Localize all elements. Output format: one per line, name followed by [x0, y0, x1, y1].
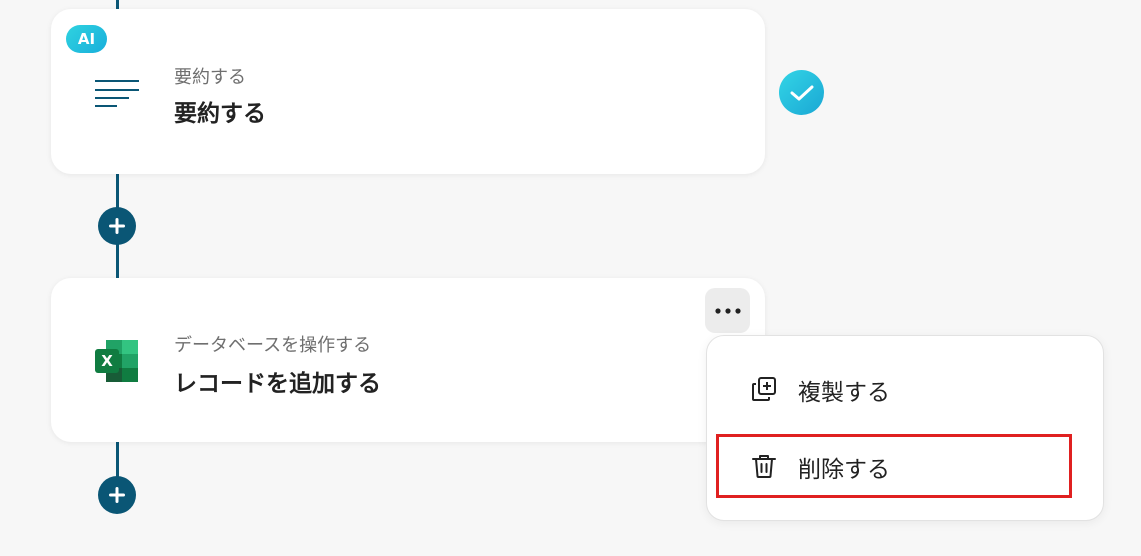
- step-card-add-record[interactable]: X データベースを操作する レコードを追加する: [51, 278, 765, 442]
- connector-line-top: [116, 0, 119, 9]
- step-subtitle: 要約する: [174, 67, 246, 88]
- step-card-summarize[interactable]: 要約する 要約する: [51, 9, 765, 174]
- ai-badge: AI: [66, 25, 107, 53]
- excel-icon: X: [95, 340, 138, 382]
- plus-icon: [109, 487, 125, 503]
- ellipsis-icon: [714, 307, 741, 314]
- duplicate-icon: [752, 377, 776, 401]
- step-subtitle: データベースを操作する: [174, 335, 372, 356]
- more-options-button[interactable]: [705, 288, 750, 333]
- highlight-box: [716, 434, 1072, 498]
- menu-item-duplicate[interactable]: 複製する: [707, 359, 1103, 419]
- menu-item-label: 複製する: [798, 380, 890, 406]
- check-icon: [779, 70, 824, 115]
- add-step-button[interactable]: [98, 207, 136, 245]
- add-step-button[interactable]: [98, 476, 136, 514]
- step-title: レコードを追加する: [174, 371, 381, 397]
- plus-icon: [109, 218, 125, 234]
- step-title: 要約する: [174, 101, 266, 127]
- svg-text:X: X: [101, 352, 113, 370]
- summary-lines-icon: [95, 80, 139, 107]
